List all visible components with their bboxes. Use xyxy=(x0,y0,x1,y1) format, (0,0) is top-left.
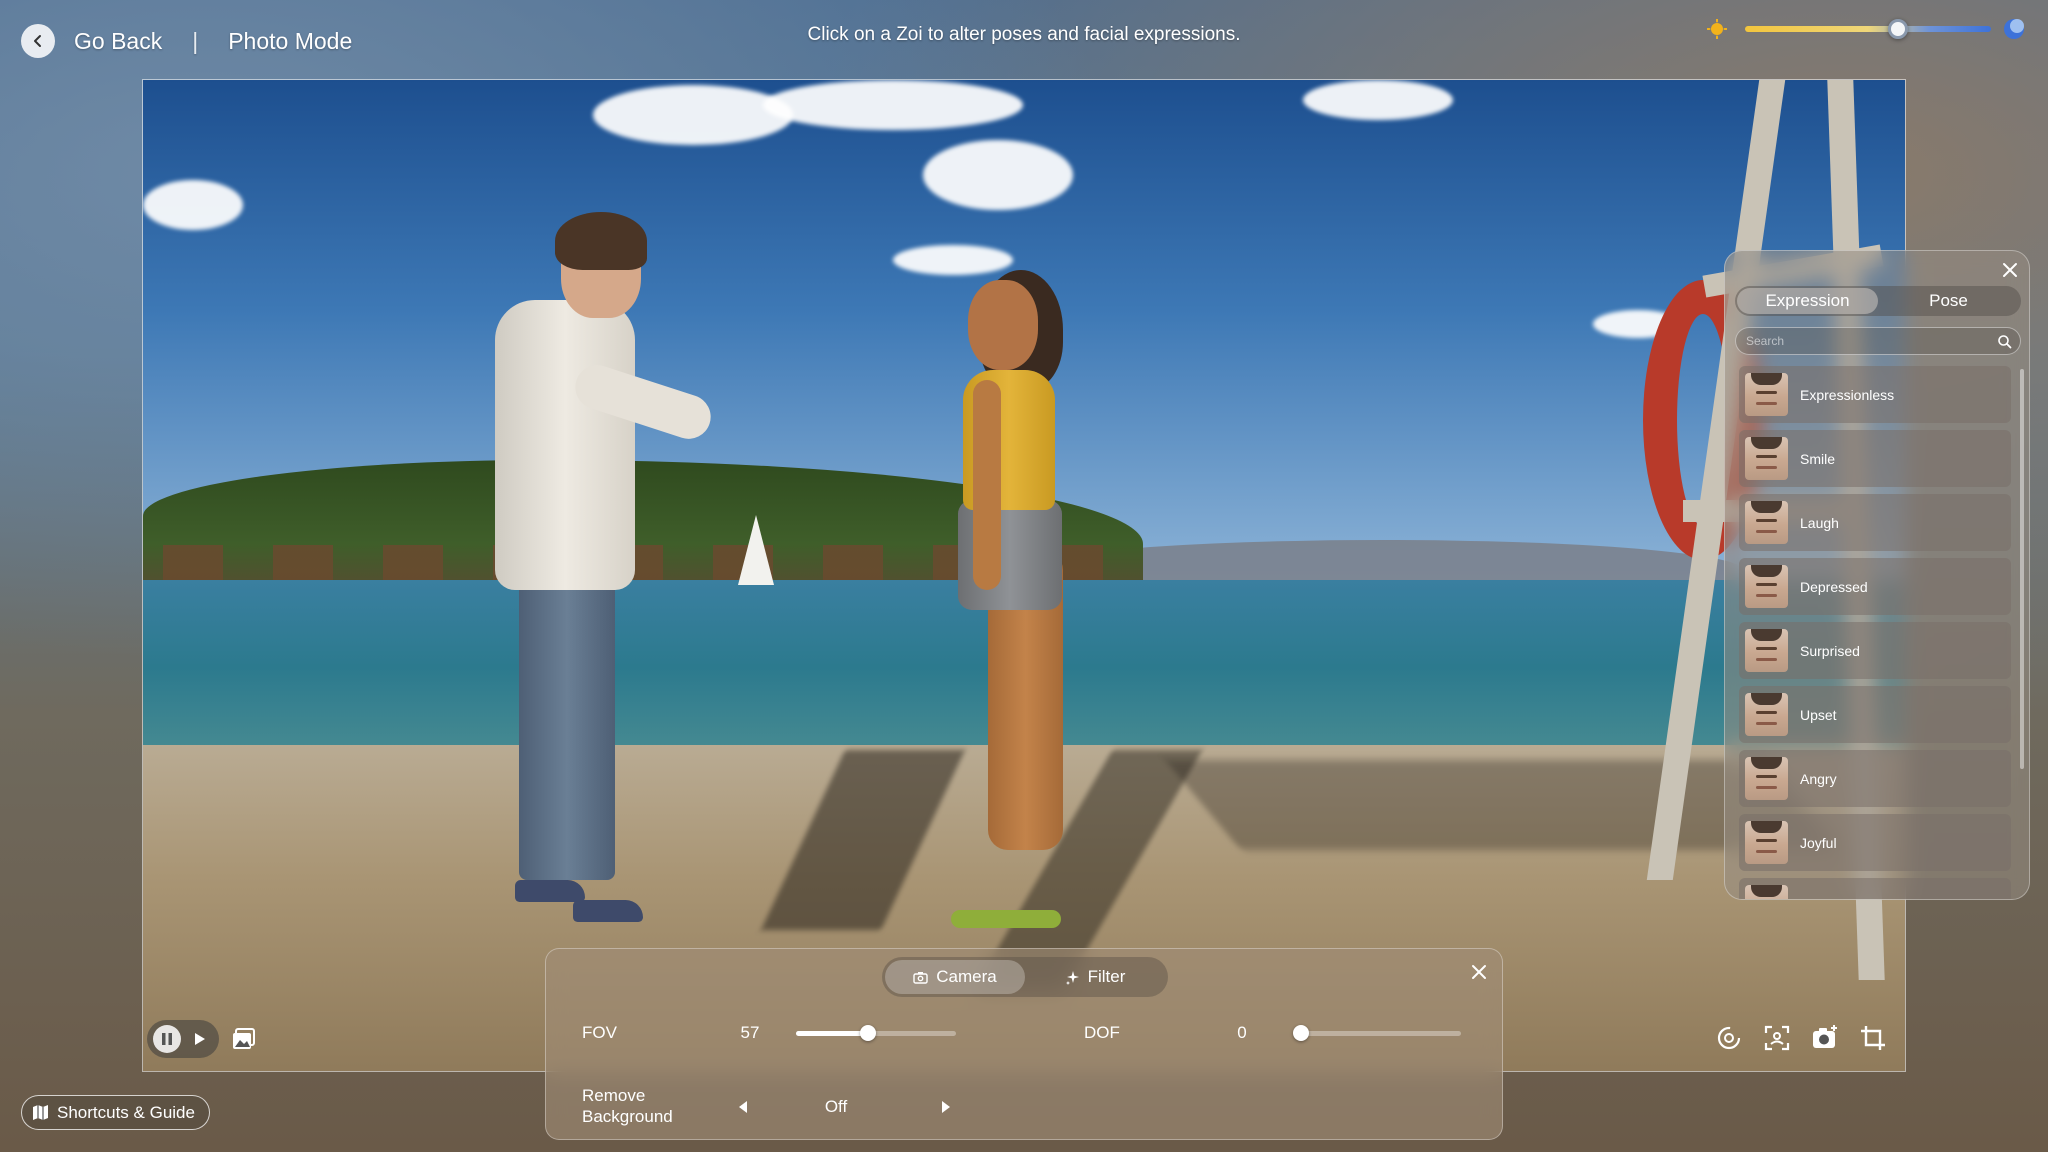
expression-item-laugh[interactable]: Laugh xyxy=(1739,494,2011,551)
time-of-day-thumb[interactable] xyxy=(1887,19,1908,39)
tab-filter[interactable]: Filter xyxy=(1025,960,1165,994)
expression-pose-tabs: Expression Pose xyxy=(1735,286,2021,316)
expression-label: Surprised xyxy=(1800,642,1860,659)
time-of-day-track[interactable] xyxy=(1745,26,1991,32)
face-thumbnail xyxy=(1745,821,1788,864)
expression-item-depressed[interactable]: Depressed xyxy=(1739,558,2011,615)
crop-icon[interactable] xyxy=(1859,1024,1887,1052)
camera-panel: Camera Filter FOV 57 DOF 0 Remove Backgr… xyxy=(545,948,1503,1140)
capture-tools xyxy=(1715,1024,1887,1052)
rotate-camera-icon[interactable] xyxy=(1715,1024,1743,1052)
camera-capture-icon[interactable] xyxy=(1811,1024,1839,1052)
camera-icon xyxy=(913,971,928,984)
dof-label: DOF xyxy=(1084,1023,1120,1042)
filter-tab-label: Filter xyxy=(1087,967,1126,986)
dof-slider-thumb[interactable] xyxy=(1293,1025,1309,1041)
face-thumbnail xyxy=(1745,757,1788,800)
expression-label: Expressionless xyxy=(1800,386,1895,403)
camera-filter-tabs: Camera Filter xyxy=(882,957,1168,997)
fov-slider-fill xyxy=(796,1031,868,1036)
search-icon[interactable] xyxy=(1997,334,2012,349)
shortcuts-guide-label: Shortcuts & Guide xyxy=(57,1102,195,1122)
pause-icon xyxy=(162,1033,172,1045)
expression-label: Angry xyxy=(1800,770,1837,787)
fov-value: 57 xyxy=(740,1023,760,1042)
fov-slider[interactable] xyxy=(796,1025,956,1041)
face-thumbnail xyxy=(1745,565,1788,608)
expression-label: Depressed xyxy=(1800,578,1868,595)
expression-search xyxy=(1735,327,2021,355)
sun-icon xyxy=(1707,19,1727,39)
expression-item-partial[interactable] xyxy=(1739,878,2011,899)
dof-value: 0 xyxy=(1237,1023,1247,1042)
shortcuts-guide-button[interactable]: Shortcuts & Guide xyxy=(21,1095,210,1130)
expression-item-expressionless[interactable]: Expressionless xyxy=(1739,366,2011,423)
tab-expression[interactable]: Expression xyxy=(1737,288,1878,314)
focus-frame-icon[interactable] xyxy=(1763,1024,1791,1052)
face-thumbnail xyxy=(1745,629,1788,672)
play-button[interactable] xyxy=(189,1029,209,1049)
moon-icon xyxy=(2004,19,2024,39)
face-thumbnail xyxy=(1745,885,1788,899)
play-icon xyxy=(195,1033,205,1045)
pause-button[interactable] xyxy=(153,1025,181,1053)
face-thumbnail xyxy=(1745,501,1788,544)
arrow-left-icon[interactable] xyxy=(735,1099,751,1115)
playback-controls xyxy=(147,1020,219,1058)
close-icon[interactable] xyxy=(1470,963,1488,981)
gallery-icon[interactable] xyxy=(231,1026,257,1052)
remove-background-label: Remove Background xyxy=(582,1086,673,1126)
search-input[interactable] xyxy=(1746,328,1986,354)
remove-background-value: Off xyxy=(824,1097,848,1116)
expression-item-upset[interactable]: Upset xyxy=(1739,686,2011,743)
expression-list: Expressionless Smile Laugh Depressed Sur… xyxy=(1739,366,2011,899)
fov-slider-thumb[interactable] xyxy=(860,1025,876,1041)
face-thumbnail xyxy=(1745,437,1788,480)
expression-item-smile[interactable]: Smile xyxy=(1739,430,2011,487)
face-thumbnail xyxy=(1745,373,1788,416)
fov-label: FOV xyxy=(582,1023,617,1042)
expression-item-angry[interactable]: Angry xyxy=(1739,750,2011,807)
sparkle-icon xyxy=(1065,970,1079,985)
tab-pose[interactable]: Pose xyxy=(1878,288,2019,314)
expression-label: Smile xyxy=(1800,450,1836,467)
time-of-day-slider[interactable] xyxy=(1703,14,2033,44)
arrow-right-icon[interactable] xyxy=(938,1099,954,1115)
camera-tab-label: Camera xyxy=(936,967,997,986)
expression-item-joyful[interactable]: Joyful xyxy=(1739,814,2011,871)
expression-label: Joyful xyxy=(1800,834,1837,851)
tab-camera[interactable]: Camera xyxy=(885,960,1025,994)
expression-label: Laugh xyxy=(1800,514,1839,531)
expression-list-scrollbar[interactable] xyxy=(2020,369,2024,769)
close-icon[interactable] xyxy=(2001,261,2019,279)
face-thumbnail xyxy=(1745,693,1788,736)
dof-slider[interactable] xyxy=(1293,1025,1461,1041)
photo-viewport[interactable] xyxy=(142,79,1906,1072)
expression-item-surprised[interactable]: Surprised xyxy=(1739,622,2011,679)
beach-scene xyxy=(143,80,1905,1071)
zoi-character-man[interactable] xyxy=(519,560,615,880)
expression-label: Upset xyxy=(1800,706,1837,723)
map-icon xyxy=(33,1105,48,1120)
expression-panel: Expression Pose Expressionless Smile Lau… xyxy=(1724,250,2030,900)
